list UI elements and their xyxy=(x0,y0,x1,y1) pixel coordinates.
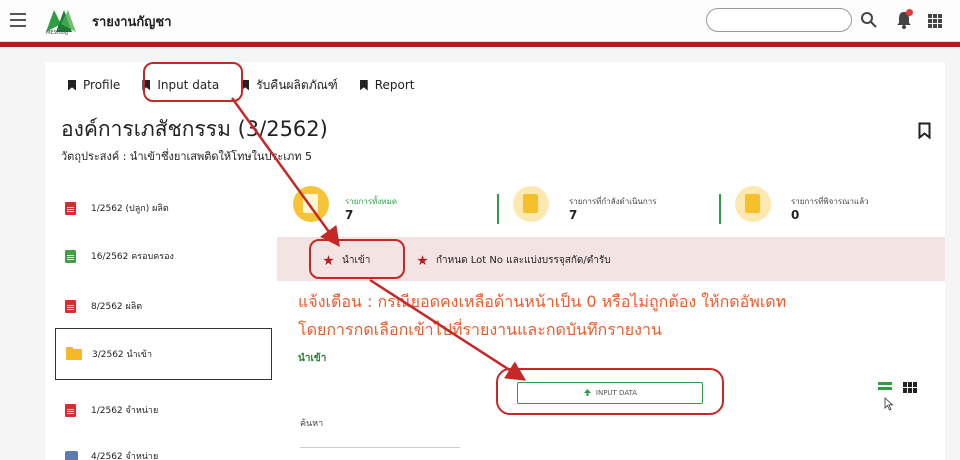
tab-profile[interactable]: Profile xyxy=(68,77,120,93)
logo-text: MESHlog xyxy=(46,30,69,36)
bookmark-icon xyxy=(241,79,250,91)
bookmark-icon xyxy=(142,79,151,91)
list-item-label: 1/2562 (ปลูก) ผลิต xyxy=(91,204,169,214)
stat-label: รายการทั้งหมด xyxy=(345,197,398,206)
pdf-doc-icon xyxy=(65,201,76,215)
star-icon xyxy=(323,255,334,266)
section-label: นำเข้า xyxy=(298,353,327,364)
apps-grid-icon[interactable] xyxy=(928,14,942,28)
stat-divider xyxy=(719,194,721,224)
app-title: รายงานกัญชา xyxy=(92,15,172,30)
input-data-label: INPUT DATA xyxy=(595,389,638,397)
report-list: 1/2562 (ปลูก) ผลิต 16/2562 ครอบครอง 8/25… xyxy=(55,182,272,460)
upload-icon xyxy=(583,389,591,396)
list-item[interactable]: 16/2562 ครอบครอง xyxy=(55,232,272,280)
stat-total[interactable]: รายการทั้งหมด 7 xyxy=(293,180,493,236)
list-item-label: 8/2562 ผลิต xyxy=(91,302,143,312)
printer-icon xyxy=(65,450,78,460)
bookmark-icon xyxy=(359,79,368,91)
stats-panel: รายการทั้งหมด 7 รายการที่กำลังดำเนินการ … xyxy=(277,180,945,236)
pdf-doc-icon xyxy=(65,403,76,417)
stat-in-progress[interactable]: รายการที่กำลังดำเนินการ 7 xyxy=(513,180,713,236)
star-icon xyxy=(417,255,428,266)
tab-label: Report xyxy=(374,78,415,92)
search-input[interactable] xyxy=(706,8,852,32)
stat-value: 7 xyxy=(569,208,578,222)
folder-icon xyxy=(66,346,82,360)
tab-input-data[interactable]: Input data xyxy=(142,77,219,93)
top-bar: MESHlog รายงานกัญชา xyxy=(0,0,960,42)
input-data-button[interactable]: INPUT DATA xyxy=(517,382,703,404)
tab-label: รับคืนผลิตภัณฑ์ xyxy=(256,77,338,92)
warning-line-1: แจ้งเตือน : กรณียอดคงเหลือด้านหน้าเป็น 0… xyxy=(298,292,787,311)
subtab-lot-no[interactable]: กำหนด Lot No และแบ่งบรรจุสกัด/ตำรับ xyxy=(417,253,611,268)
sheet-doc-icon xyxy=(65,249,76,263)
list-item-active[interactable]: 3/2562 นำเข้า xyxy=(55,328,272,380)
document-icon xyxy=(293,186,329,222)
stat-divider xyxy=(497,194,499,224)
list-item[interactable]: 8/2562 ผลิต xyxy=(55,282,272,330)
list-item[interactable]: 1/2562 (ปลูก) ผลิต xyxy=(55,184,272,232)
search-field-underline[interactable] xyxy=(300,447,460,448)
tab-product-return[interactable]: รับคืนผลิตภัณฑ์ xyxy=(241,77,338,93)
subtab-import[interactable]: นำเข้า xyxy=(323,253,370,268)
search-icon[interactable] xyxy=(860,11,878,29)
list-item-label: 3/2562 นำเข้า xyxy=(92,350,153,360)
list-item-label: 16/2562 ครอบครอง xyxy=(91,252,174,262)
bookmark-outline-icon[interactable] xyxy=(918,122,931,139)
stat-reviewed[interactable]: รายการที่พิจารณาแล้ว 0 xyxy=(735,180,935,236)
warning-line-2: โดยการกดเลือกเข้าไปที่รายงานและกดบันทึกร… xyxy=(298,320,662,339)
tab-bar: Profile Input data รับคืนผลิตภัณฑ์ Repor… xyxy=(68,77,437,93)
list-item[interactable]: 4/2562 จำหน่าย xyxy=(55,432,272,460)
stat-label: รายการที่กำลังดำเนินการ xyxy=(569,197,657,206)
notification-badge xyxy=(906,9,913,16)
subtab-bar: นำเข้า กำหนด Lot No และแบ่งบรรจุสกัด/ตำร… xyxy=(277,237,945,281)
tab-label: Input data xyxy=(157,78,220,92)
list-item[interactable]: 1/2562 จำหน่าย xyxy=(55,386,272,434)
subtab-label: นำเข้า xyxy=(342,255,371,266)
subtab-label: กำหนด Lot No และแบ่งบรรจุสกัด/ตำรับ xyxy=(436,255,611,266)
list-item-label: 1/2562 จำหน่าย xyxy=(91,406,159,416)
menu-icon[interactable] xyxy=(10,13,26,27)
grid-view-icon[interactable] xyxy=(903,382,917,393)
page-subtitle: วัตถุประสงค์ : นำเข้าซึ่งยาเสพติดให้โทษใ… xyxy=(61,150,313,163)
pdf-doc-icon xyxy=(65,299,76,313)
list-item-label: 4/2562 จำหน่าย xyxy=(91,452,159,460)
list-view-icon[interactable] xyxy=(878,382,892,394)
mouse-cursor-icon xyxy=(884,397,894,411)
document-icon xyxy=(513,186,549,222)
page-title: องค์การเภสัชกรรม (3/2562) xyxy=(61,117,328,141)
stat-label: รายการที่พิจารณาแล้ว xyxy=(791,197,869,206)
tab-label: Profile xyxy=(83,78,121,92)
search-label: ค้นหา xyxy=(300,419,324,429)
document-icon xyxy=(735,186,771,222)
bookmark-icon xyxy=(68,79,76,91)
tab-report[interactable]: Report xyxy=(359,77,415,93)
stat-value: 7 xyxy=(345,208,354,222)
stat-value: 0 xyxy=(791,208,800,222)
